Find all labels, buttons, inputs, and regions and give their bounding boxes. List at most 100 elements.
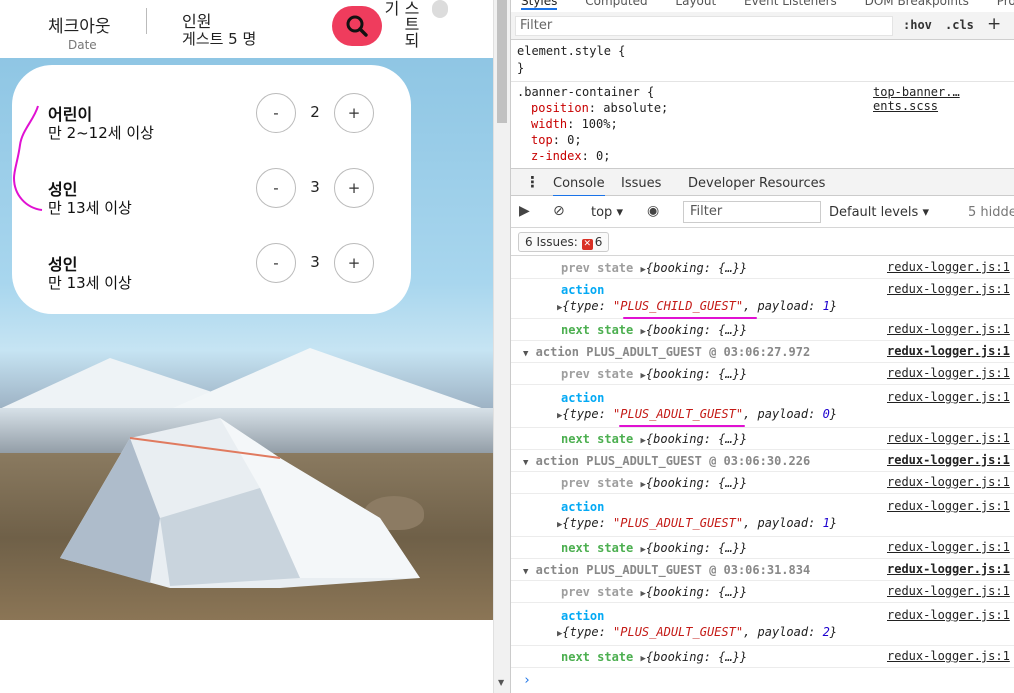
- tab-event-listeners[interactable]: Event Listeners: [744, 0, 837, 8]
- log-group-header[interactable]: ▼ action PLUS_ADULT_GUEST @ 03:06:27.972…: [511, 341, 1014, 363]
- source-link[interactable]: redux-logger.js:1: [887, 562, 1010, 576]
- app-page: 체크아웃 Date 인원 게스트 5 명 스트되기 어린이 만 2~12세 이상…: [0, 0, 493, 693]
- guest-row-subtitle: 만 2~12세 이상: [48, 124, 154, 142]
- scroll-down-arrow[interactable]: ▼: [498, 678, 504, 687]
- tab-console[interactable]: Console: [553, 176, 605, 197]
- tab-dom-breakpoints[interactable]: DOM Breakpoints: [865, 0, 969, 8]
- increment-button[interactable]: +: [334, 93, 374, 133]
- log-row-action[interactable]: action ▶{type: "PLUS_ADULT_GUEST", paylo…: [511, 603, 1014, 646]
- log-row-next-state[interactable]: next state ▶{booking: {…}} redux-logger.…: [511, 319, 1014, 341]
- source-link[interactable]: redux-logger.js:1: [887, 390, 1010, 404]
- styles-tabs: Styles Computed Layout Event Listeners D…: [511, 0, 1014, 10]
- page-scrollbar[interactable]: ▼: [493, 0, 510, 693]
- more-options-icon[interactable]: ⋮: [525, 173, 540, 191]
- divider: [511, 81, 1014, 82]
- source-link[interactable]: redux-logger.js:1: [887, 608, 1010, 622]
- devtools-panel: Styles Computed Layout Event Listeners D…: [510, 0, 1014, 693]
- tab-developer-resources[interactable]: Developer Resources: [688, 176, 825, 191]
- guest-count: 3: [310, 253, 320, 271]
- search-button[interactable]: [332, 6, 382, 46]
- page-scroll-thumb[interactable]: [432, 0, 448, 18]
- tab-issues[interactable]: Issues: [621, 176, 661, 191]
- source-link[interactable]: redux-logger.js:1: [887, 431, 1010, 445]
- guests-summary[interactable]: 게스트 5 명: [182, 28, 256, 49]
- log-row-prev-state[interactable]: prev state ▶{booking: {…}} redux-logger.…: [511, 363, 1014, 385]
- hov-toggle[interactable]: :hov: [903, 18, 932, 32]
- decrement-button[interactable]: -: [256, 93, 296, 133]
- styles-pane: element.style { } .banner-container { to…: [511, 40, 1014, 168]
- error-icon: ✕: [581, 239, 593, 250]
- decrement-button[interactable]: -: [256, 168, 296, 208]
- increment-button[interactable]: +: [334, 168, 374, 208]
- console-toolbar: ▶ ⊘ top ▾ ◉ Filter Default levels ▾ 5 hi…: [511, 196, 1014, 228]
- scrollbar-thumb[interactable]: [497, 0, 507, 123]
- console-prompt-icon[interactable]: ›: [523, 673, 531, 688]
- log-group-header[interactable]: ▼ action PLUS_ADULT_GUEST @ 03:06:31.834…: [511, 559, 1014, 581]
- rule-source-link[interactable]: top-banner.…ents.scss: [873, 85, 1014, 113]
- source-link[interactable]: redux-logger.js:1: [887, 499, 1010, 513]
- guest-count: 2: [310, 103, 320, 121]
- tab-properties[interactable]: Properties: [997, 0, 1014, 8]
- source-link[interactable]: redux-logger.js:1: [887, 649, 1010, 663]
- host-link-vertical[interactable]: 스트되기: [381, 0, 420, 56]
- source-link[interactable]: redux-logger.js:1: [887, 584, 1010, 598]
- log-levels-select[interactable]: Default levels ▾: [829, 205, 929, 220]
- log-row-next-state[interactable]: next state ▶{booking: {…}} redux-logger.…: [511, 646, 1014, 668]
- source-link[interactable]: redux-logger.js:1: [887, 344, 1010, 358]
- drawer-tabs: ⋮ Console Issues Developer Resources: [511, 168, 1014, 197]
- source-link[interactable]: redux-logger.js:1: [887, 453, 1010, 467]
- rule-selector: .banner-container {: [517, 85, 655, 99]
- declaration[interactable]: width: 100%;: [531, 117, 618, 131]
- log-row-next-state[interactable]: next state ▶{booking: {…}} redux-logger.…: [511, 537, 1014, 559]
- sidebar-toggle-icon[interactable]: ▶: [519, 203, 530, 219]
- guest-row-children: 어린이 만 2~12세 이상 - 2 +: [12, 93, 411, 161]
- divider: [146, 8, 147, 34]
- issues-button[interactable]: 6 Issues: ✕ 6: [518, 232, 610, 252]
- context-select[interactable]: top ▾: [591, 205, 623, 220]
- log-row-action[interactable]: action ▶{type: "PLUS_CHILD_GUEST", paylo…: [511, 279, 1014, 319]
- guest-count: 3: [310, 178, 320, 196]
- decrement-button[interactable]: -: [256, 243, 296, 283]
- log-row-action[interactable]: action ▶{type: "PLUS_ADULT_GUEST", paylo…: [511, 385, 1014, 428]
- declaration[interactable]: position: absolute;: [531, 101, 668, 115]
- search-bar: 체크아웃 Date 인원 게스트 5 명: [0, 0, 410, 58]
- source-link[interactable]: redux-logger.js:1: [887, 260, 1010, 274]
- declaration[interactable]: z-index: 0;: [531, 149, 610, 163]
- tab-styles[interactable]: Styles: [521, 0, 558, 10]
- tab-layout[interactable]: Layout: [675, 0, 716, 8]
- guest-row-adults-2: 성인 만 13세 이상 - 3 +: [12, 243, 411, 311]
- close-brace: }: [517, 61, 525, 75]
- checkout-label[interactable]: 체크아웃: [48, 12, 111, 37]
- source-link[interactable]: redux-logger.js:1: [887, 540, 1010, 554]
- log-row-action[interactable]: action ▶{type: "PLUS_ADULT_GUEST", paylo…: [511, 494, 1014, 537]
- console-log: prev state ▶{booking: {…}} redux-logger.…: [511, 257, 1014, 693]
- eye-icon[interactable]: ◉: [647, 203, 659, 219]
- guest-row-subtitle: 만 13세 이상: [48, 274, 132, 292]
- log-row-prev-state[interactable]: prev state ▶{booking: {…}} redux-logger.…: [511, 472, 1014, 494]
- tab-computed[interactable]: Computed: [585, 0, 647, 8]
- log-row-prev-state[interactable]: prev state ▶{booking: {…}} redux-logger.…: [511, 257, 1014, 279]
- annotation-underline: [619, 425, 745, 427]
- log-group-header[interactable]: ▼ action PLUS_ADULT_GUEST @ 03:06:30.226…: [511, 450, 1014, 472]
- hidden-count: 5 hidden: [968, 205, 1014, 220]
- clear-console-icon[interactable]: ⊘: [553, 203, 565, 219]
- source-link[interactable]: redux-logger.js:1: [887, 475, 1010, 489]
- search-icon: [346, 15, 368, 37]
- new-rule-icon[interactable]: +: [987, 14, 1001, 34]
- annotation-bracket: [12, 105, 43, 211]
- source-link[interactable]: redux-logger.js:1: [887, 282, 1010, 296]
- declaration[interactable]: top: 0;: [531, 133, 582, 147]
- increment-button[interactable]: +: [334, 243, 374, 283]
- issues-bar: 6 Issues: ✕ 6: [511, 228, 1014, 256]
- date-caption: Date: [68, 38, 97, 52]
- log-row-prev-state[interactable]: prev state ▶{booking: {…}} redux-logger.…: [511, 581, 1014, 603]
- styles-filter-input[interactable]: Filter: [515, 16, 893, 36]
- console-filter-input[interactable]: Filter: [683, 201, 821, 223]
- element-style-selector: element.style {: [517, 44, 626, 58]
- log-row-next-state[interactable]: next state ▶{booking: {…}} redux-logger.…: [511, 428, 1014, 450]
- source-link[interactable]: redux-logger.js:1: [887, 322, 1010, 336]
- guest-count-panel: 어린이 만 2~12세 이상 - 2 + 성인 만 13세 이상 - 3 + 성…: [12, 65, 411, 314]
- cls-toggle[interactable]: .cls: [945, 18, 974, 32]
- guest-row-subtitle: 만 13세 이상: [48, 199, 132, 217]
- source-link[interactable]: redux-logger.js:1: [887, 366, 1010, 380]
